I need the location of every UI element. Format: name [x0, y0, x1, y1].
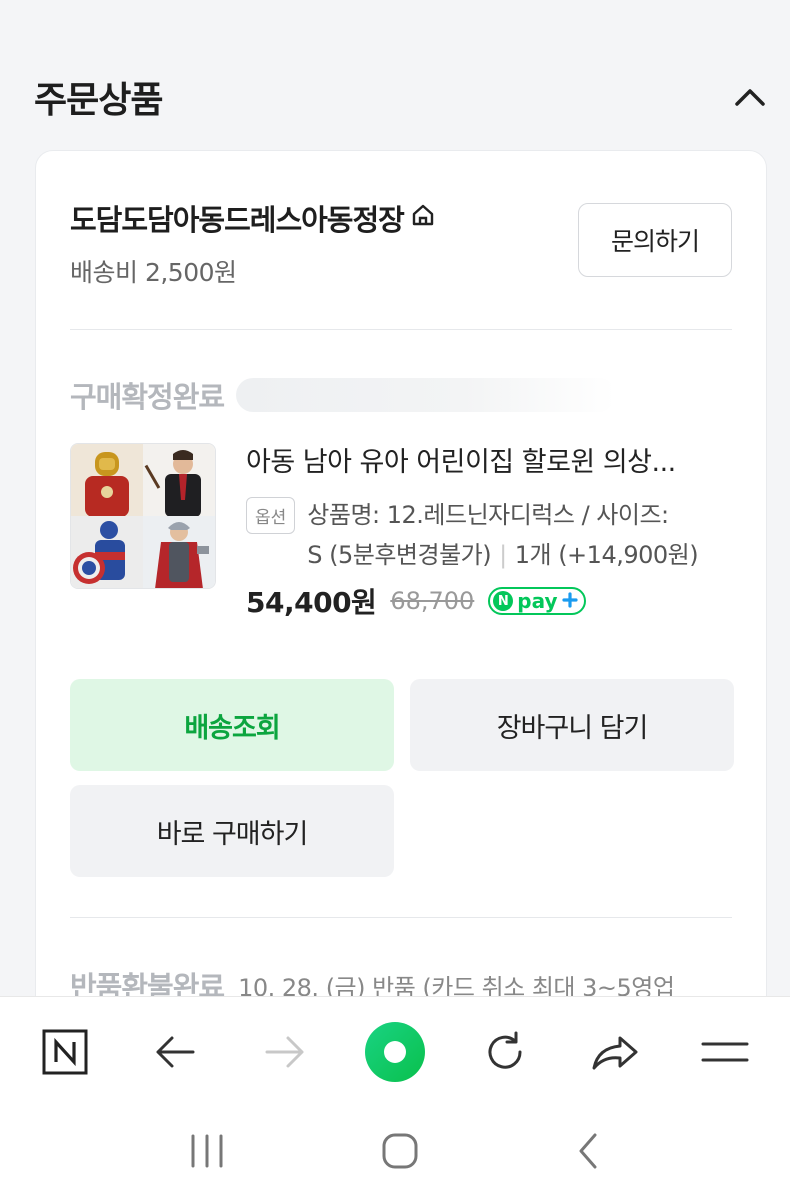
quantity: 1개 (+14,900원) [514, 541, 699, 569]
price: 54,400원 [246, 586, 377, 619]
separator: | [499, 541, 507, 569]
naver-n-icon: N [493, 591, 514, 611]
blurred-date [236, 378, 617, 412]
buy-now-button[interactable]: 바로 구매하기 [70, 785, 394, 877]
option-line-2: S (5분후변경불가) [307, 541, 492, 569]
share-icon[interactable] [580, 1017, 650, 1087]
track-delivery-button[interactable]: 배송조회 [70, 679, 394, 771]
back-arrow-icon[interactable] [140, 1017, 210, 1087]
system-back-icon[interactable] [573, 1131, 603, 1175]
product-option: 옵션 상품명: 12.레드닌자디럭스 / 사이즈: S (5분후변경불가) | 1개… [246, 495, 732, 575]
order-status-row: 구매확정완료 [70, 373, 732, 417]
product-item[interactable]: 아동 남아 유아 어린이집 할로윈 의상... 옵션 상품명: 12.레드닌자디… [70, 443, 732, 643]
store-info: 도담도담아동드레스아동정장 배송비 2,500원 문의하기 [70, 197, 732, 297]
section-title: 주문상품 [34, 80, 163, 121]
wizard-costume-image [143, 444, 215, 516]
original-price: 68,700 [390, 587, 475, 615]
captain-america-costume-image [71, 516, 143, 588]
order-card: 도담도담아동드레스아동정장 배송비 2,500원 문의하기 구매확정완료 아동 … [35, 150, 767, 1050]
home-button-icon[interactable] [380, 1131, 420, 1175]
home-green-icon[interactable] [360, 1017, 430, 1087]
inquiry-button[interactable]: 문의하기 [578, 203, 732, 277]
option-line-1: 상품명: 12.레드닌자디럭스 / 사이즈: [307, 501, 669, 529]
chevron-up-icon[interactable] [730, 77, 770, 117]
section-header[interactable]: 주문상품 [0, 62, 790, 132]
price-row: 54,400원 68,700 N pay [246, 581, 732, 621]
divider [70, 917, 732, 918]
refresh-icon[interactable] [470, 1017, 540, 1087]
divider [70, 329, 732, 330]
forward-arrow-icon[interactable] [250, 1017, 320, 1087]
product-thumbnail[interactable] [70, 443, 216, 589]
option-badge: 옵션 [246, 497, 296, 534]
system-navigation-bar [0, 1106, 790, 1200]
menu-icon[interactable] [690, 1017, 760, 1087]
product-title[interactable]: 아동 남아 유아 어린이집 할로윈 의상... [246, 443, 732, 483]
option-text: 상품명: 12.레드닌자디럭스 / 사이즈: S (5분후변경불가) | 1개 (+… [307, 495, 698, 575]
order-status: 구매확정완료 [70, 380, 225, 414]
product-info: 아동 남아 유아 어린이집 할로윈 의상... 옵션 상품명: 12.레드닌자디… [246, 443, 732, 621]
store-name: 도담도담아동드레스아동정장 [70, 203, 405, 237]
thor-costume-image [143, 516, 215, 588]
browser-toolbar [0, 996, 790, 1106]
recent-apps-icon[interactable] [187, 1133, 227, 1173]
home-icon [410, 201, 436, 235]
npay-plus-badge: N pay [488, 587, 586, 615]
add-to-cart-button[interactable]: 장바구니 담기 [410, 679, 734, 771]
ironman-costume-image [71, 444, 143, 516]
npay-label: pay [517, 589, 558, 613]
naver-n-icon[interactable] [30, 1017, 100, 1087]
plus-icon [561, 589, 578, 613]
